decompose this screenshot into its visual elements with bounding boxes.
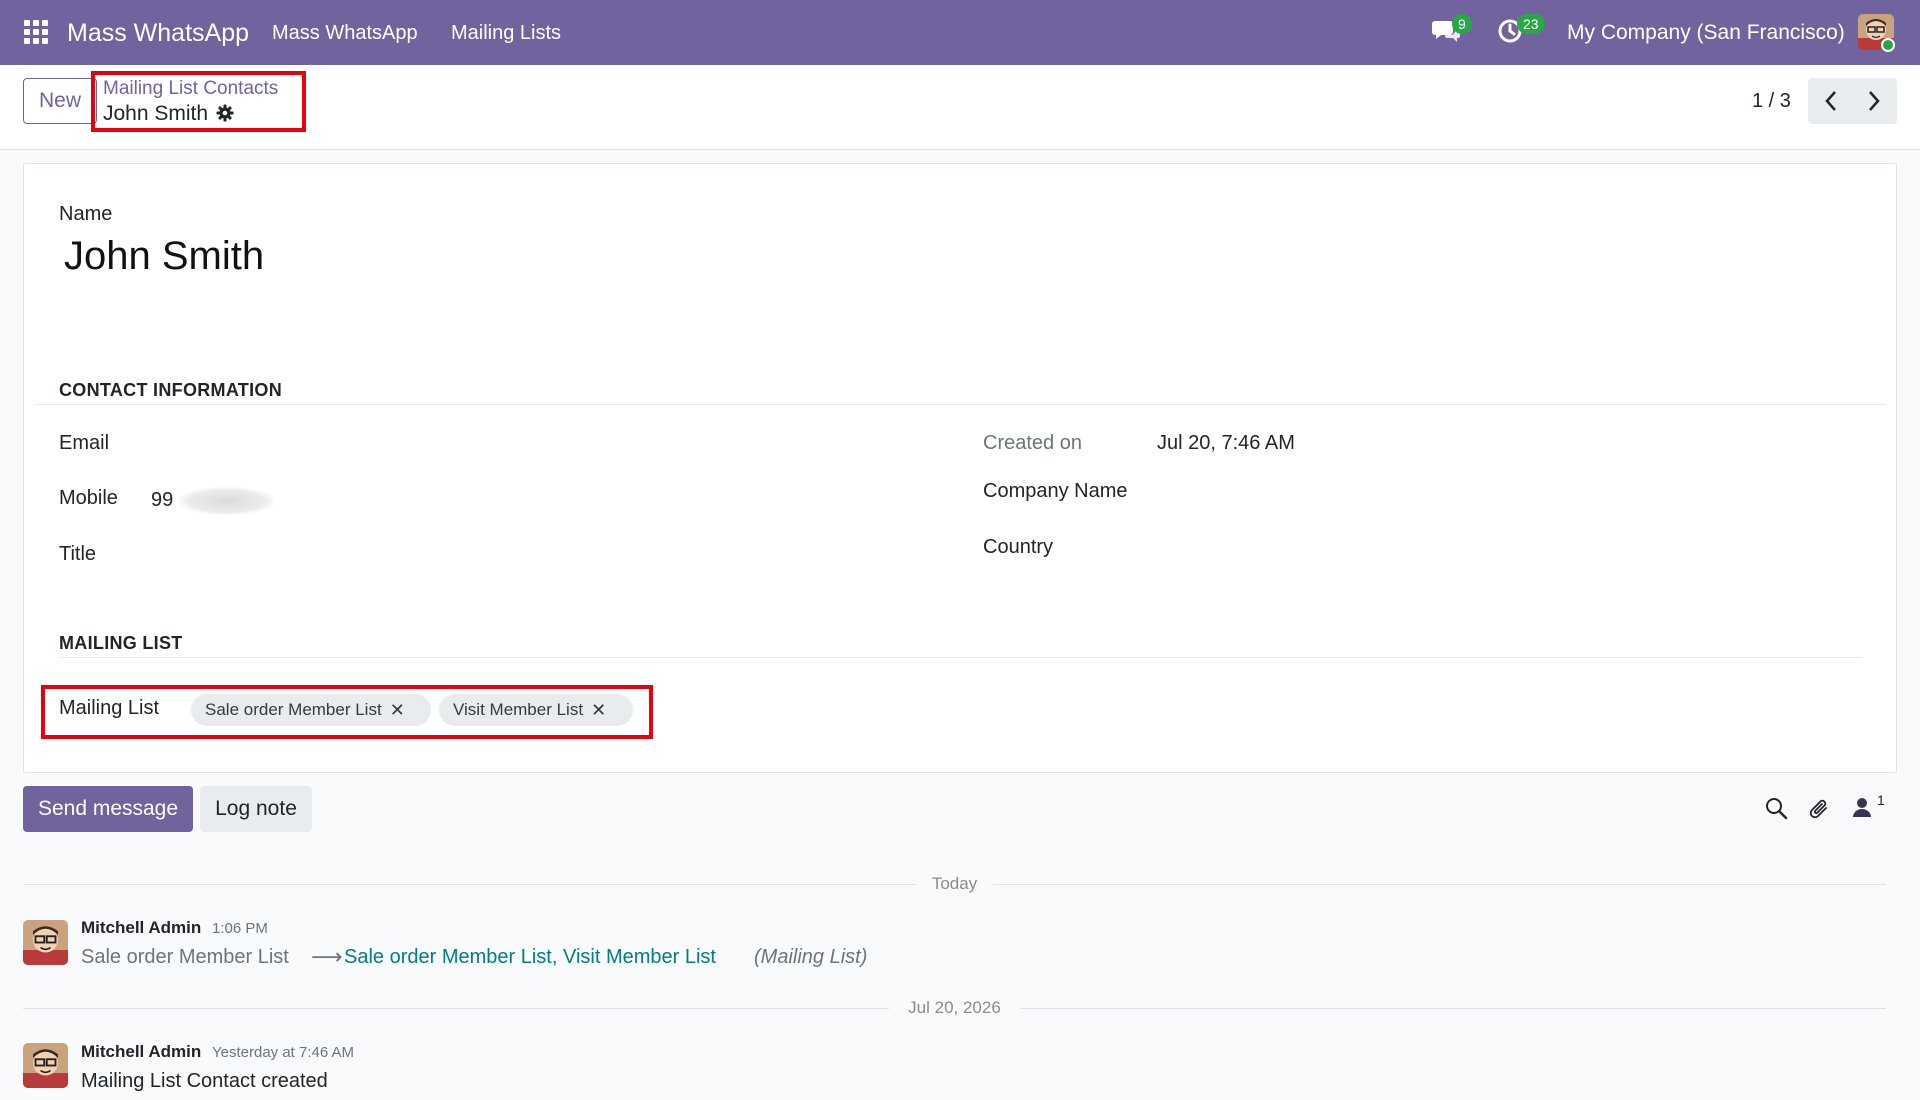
chevron-right-icon [1869, 91, 1880, 111]
search-icon[interactable] [1764, 796, 1790, 822]
mobile-field[interactable]: 99 [151, 489, 173, 512]
mobile-label: Mobile [59, 487, 118, 509]
date-separator-line [23, 1008, 889, 1009]
company-name-label: Company Name [983, 480, 1128, 502]
contact-section-title: CONTACT INFORMATION [59, 380, 283, 400]
messages-icon[interactable]: 9 [1432, 14, 1472, 48]
activity-badge: 23 [1517, 14, 1545, 34]
author-avatar[interactable] [23, 1043, 68, 1088]
app-grid-icon[interactable] [24, 20, 50, 46]
tag-label: Sale order Member List [205, 700, 382, 719]
tracking-field-name: (Mailing List) [754, 946, 868, 968]
created-on-label: Created on [983, 432, 1082, 454]
breadcrumb-parent-link[interactable]: Mailing List Contacts [103, 78, 278, 100]
new-button[interactable]: New [23, 78, 97, 124]
form-sheet: Name John Smith CONTACT INFORMATION Emai… [23, 163, 1897, 773]
title-label: Title [59, 543, 97, 565]
date-separator-line [1020, 1008, 1886, 1009]
date-separator-line [23, 884, 916, 885]
company-switcher[interactable]: My Company (San Francisco) [1567, 21, 1845, 45]
log-note-button[interactable]: Log note [200, 786, 312, 832]
author-avatar[interactable] [23, 920, 68, 965]
tracking-new-value: Sale order Member List, Visit Member Lis… [344, 946, 716, 968]
tag-label: Visit Member List [453, 700, 584, 719]
app-brand[interactable]: Mass WhatsApp [67, 19, 249, 48]
gear-icon[interactable] [216, 104, 234, 122]
date-separator-date: Jul 20, 2026 [908, 998, 1001, 1017]
breadcrumb-current: John Smith [103, 102, 209, 125]
message-body: Mailing List Contact created [81, 1070, 328, 1092]
mailing-section-divider [59, 657, 1862, 658]
name-label: Name [59, 203, 113, 225]
online-status-dot [1881, 38, 1895, 52]
date-separator-line [993, 884, 1886, 885]
messages-badge: 9 [1452, 14, 1472, 34]
name-field[interactable]: John Smith [64, 234, 264, 279]
control-panel: New Mailing List Contacts John Smith 1 /… [0, 65, 1920, 150]
send-message-button[interactable]: Send message [23, 786, 193, 832]
message-author[interactable]: Mitchell Admin [81, 918, 201, 938]
pager-value[interactable]: 1 / 3 [1752, 90, 1791, 113]
follower-icon[interactable] [1852, 796, 1878, 822]
menu-mass-whatsapp[interactable]: Mass WhatsApp [272, 22, 418, 45]
contact-section-divider [36, 404, 1886, 405]
mobile-redaction-blur [179, 487, 274, 515]
pager-next-button[interactable] [1851, 78, 1897, 124]
tag-remove-icon[interactable]: ✕ [390, 701, 405, 719]
tracking-old-value: Sale order Member List [81, 946, 289, 968]
created-on-value: Jul 20, 7:46 AM [1157, 432, 1295, 454]
email-label: Email [59, 432, 110, 454]
mailing-list-tag[interactable]: Sale order Member List ✕ [191, 694, 431, 726]
mailing-list-tag[interactable]: Visit Member List ✕ [439, 694, 633, 726]
message-author[interactable]: Mitchell Admin [81, 1042, 201, 1062]
message-time: Yesterday at 7:46 AM [212, 1044, 355, 1061]
message-time: 1:06 PM [212, 920, 268, 937]
date-separator-today: Today [931, 874, 978, 893]
follower-count: 1 [1877, 792, 1885, 808]
chevron-left-icon [1825, 91, 1836, 111]
pager-previous-button[interactable] [1808, 78, 1854, 124]
mailing-list-label: Mailing List [59, 697, 160, 719]
activity-clock-icon[interactable]: 23 [1497, 14, 1545, 48]
arrow-right-icon: ⟶ [311, 944, 343, 969]
menu-mailing-lists[interactable]: Mailing Lists [451, 22, 561, 45]
paperclip-icon[interactable] [1808, 796, 1834, 822]
country-label: Country [983, 536, 1054, 558]
tag-remove-icon[interactable]: ✕ [591, 701, 606, 719]
mailing-section-title: MAILING LIST [59, 633, 183, 653]
top-navbar: Mass WhatsApp Mass WhatsApp Mailing List… [0, 0, 1920, 65]
